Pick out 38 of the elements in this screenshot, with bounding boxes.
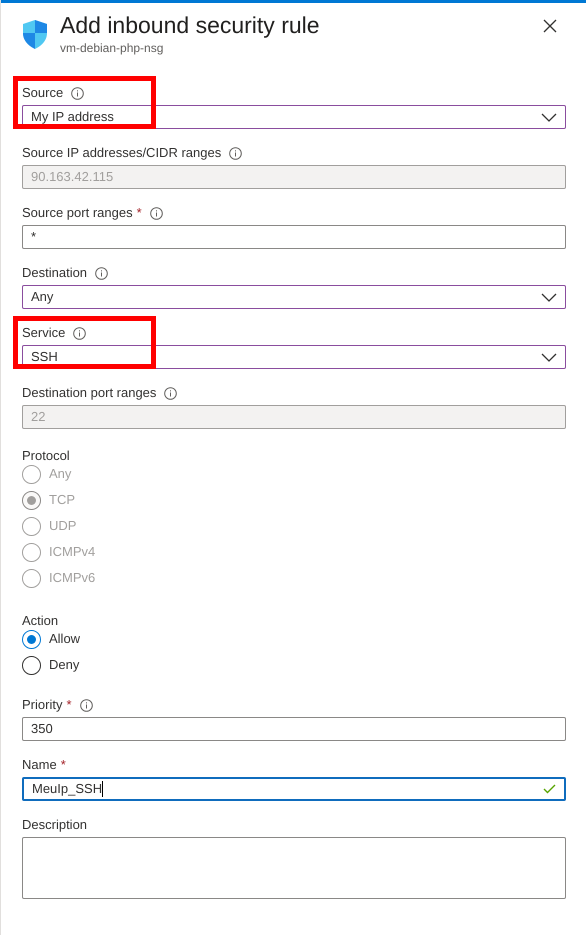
chevron-down-icon <box>541 112 557 122</box>
radio-label: TCP <box>49 491 75 510</box>
field-label: Description <box>22 816 88 834</box>
description-field[interactable] <box>22 837 566 899</box>
group-label: Protocol <box>22 448 70 463</box>
dropdown[interactable]: SSH <box>22 345 566 369</box>
radio-label: Allow <box>49 630 80 648</box>
radio-button[interactable] <box>22 656 41 674</box>
input-field[interactable]: 350 <box>22 717 566 741</box>
radio-label: Any <box>49 465 72 484</box>
shield-icon <box>22 19 48 50</box>
radio-label: ICMPv6 <box>49 569 96 588</box>
panel-subtitle: vm-debian-php-nsg <box>60 41 164 55</box>
close-icon <box>543 19 557 33</box>
field-label: Destination <box>22 264 88 282</box>
input-field[interactable]: MeuIp_SSH <box>22 777 566 801</box>
field-label: Priority <box>22 696 62 714</box>
field-label: Source port ranges <box>22 204 133 222</box>
radio-label: Deny <box>49 656 80 674</box>
required-mark: * <box>136 204 142 222</box>
field-label: Source IP addresses/CIDR ranges <box>22 144 222 162</box>
field-label: Source <box>22 84 64 102</box>
dropdown[interactable]: My IP address <box>22 105 566 129</box>
dropdown[interactable]: Any <box>22 285 566 309</box>
group-label: Action <box>22 613 58 628</box>
chevron-down-icon <box>541 292 557 302</box>
field-label: Name <box>22 756 57 774</box>
field-label: Service <box>22 324 66 342</box>
chevron-down-icon <box>541 352 557 362</box>
required-mark: * <box>60 756 66 774</box>
input-field[interactable]: * <box>22 225 566 249</box>
field-label: Destination port ranges <box>22 384 156 402</box>
panel-title: Add inbound security rule <box>60 11 321 40</box>
radio-label: ICMPv4 <box>49 543 96 562</box>
required-mark: * <box>66 696 72 714</box>
close-button[interactable] <box>542 18 558 34</box>
radio-button[interactable] <box>22 630 41 648</box>
radio-label: UDP <box>49 517 76 536</box>
